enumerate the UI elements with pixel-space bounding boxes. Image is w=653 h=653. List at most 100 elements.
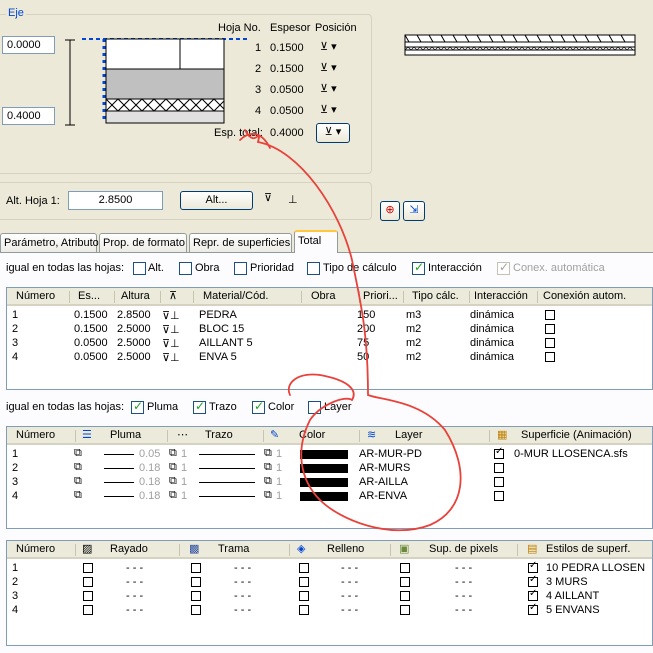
l2-row3-layer: AR-AILLA <box>359 476 408 488</box>
col2-pluma[interactable]: Pluma <box>110 427 141 444</box>
col2-layer[interactable]: Layer <box>395 427 423 444</box>
col3-sup-pixels[interactable]: Sup. de pixels <box>429 541 498 558</box>
check-layer-label: Layer <box>324 401 352 413</box>
check-pluma-label: Pluma <box>147 401 179 413</box>
col3-numero[interactable]: Número <box>16 541 55 558</box>
alt-position-top-icon[interactable]: ⊽ <box>264 191 272 204</box>
l3-row2-pixels: - - - <box>455 576 473 588</box>
check-layer[interactable] <box>308 401 321 414</box>
select-arrow-icon[interactable]: ⇲ <box>403 201 425 221</box>
l3-row1-relleno-check[interactable] <box>299 563 309 573</box>
col-interaccion[interactable]: Interacción <box>474 288 528 305</box>
col-altura[interactable]: Altura <box>121 288 150 305</box>
l3-row2-pixels-check[interactable] <box>400 577 410 587</box>
bottom-value-field[interactable]: 0.4000 <box>2 107 55 125</box>
l3-row4-relleno-check[interactable] <box>299 605 309 615</box>
l1-row1-conexion-check[interactable] <box>545 310 555 320</box>
col-obra[interactable]: Obra <box>311 288 335 305</box>
eje-row-3-esp: 0.0500 <box>270 84 304 96</box>
eje-row-3-position-icon[interactable]: ⊻ ▾ <box>320 82 337 95</box>
l3-row4-trama-check[interactable] <box>191 605 201 615</box>
l3-row3-relleno-check[interactable] <box>299 591 309 601</box>
l2-row4-color: 1 <box>276 490 283 502</box>
l2-row1-sup-check[interactable] <box>494 446 504 459</box>
l1-row4-conexion-check[interactable] <box>545 352 555 362</box>
col-numero[interactable]: Número <box>16 288 55 305</box>
col-tipo-calc[interactable]: Tipo cálc. <box>412 288 459 305</box>
col2-numero[interactable]: Número <box>16 427 55 444</box>
tab-parametro[interactable]: Parámetro, Atributo <box>0 233 99 252</box>
l1-row3-mat: AILLANT 5 <box>199 337 253 349</box>
check-pluma[interactable] <box>131 399 144 414</box>
eje-row-1-position-icon[interactable]: ⊻ ▾ <box>320 40 337 53</box>
l1-row1-tipo: m3 <box>406 309 422 321</box>
wall-section-preview[interactable] <box>60 30 250 130</box>
check-color-label: Color <box>268 401 295 413</box>
l1-row4-alt: 2.5000 <box>117 351 151 363</box>
l1-row2-conexion-check[interactable] <box>545 324 555 334</box>
alt-value-field[interactable]: 2.8500 <box>68 191 163 210</box>
eje-row-4-position-icon[interactable]: ⊻ ▾ <box>320 103 337 116</box>
check-color[interactable] <box>252 399 265 414</box>
l3-row1-rayado-check[interactable] <box>83 563 93 573</box>
check-interaccion[interactable] <box>412 260 425 275</box>
check-conex-automatica[interactable] <box>497 260 510 275</box>
l2-row1-color-swatch <box>300 450 348 459</box>
col3-rayado[interactable]: Rayado <box>110 541 148 558</box>
l2-row3-color-swatch <box>300 478 348 487</box>
l2-row4-pluma-line <box>104 496 134 497</box>
col2-superficie[interactable]: Superficie (Animación) <box>521 427 632 444</box>
l3-row3-estilo-check[interactable] <box>528 588 538 601</box>
l3-row2-relleno: - - - <box>341 576 359 588</box>
col-conexion[interactable]: Conexión autom. <box>543 288 626 305</box>
alt-button[interactable]: Alt... <box>180 191 253 210</box>
l3-row2-trama-check[interactable] <box>191 577 201 587</box>
tab-total[interactable]: Total <box>294 230 338 253</box>
l3-row3-rayado-check[interactable] <box>83 591 93 601</box>
l3-row2-estilo-check[interactable] <box>528 574 538 587</box>
l1-row3-conexion-check[interactable] <box>545 338 555 348</box>
col3-estilos[interactable]: Estilos de superf. <box>546 541 630 558</box>
check-prioridad[interactable] <box>234 262 247 275</box>
l2-row1-sup: 0-MUR LLOSENCA.sfs <box>514 448 628 460</box>
col2-color[interactable]: Color <box>299 427 325 444</box>
layer-icon: ≋ <box>367 429 377 441</box>
l3-row4-pixels-check[interactable] <box>400 605 410 615</box>
eje-row-2-position-icon[interactable]: ⊻ ▾ <box>320 61 337 74</box>
l2-row3-trazo-icon: ⧉ <box>169 475 177 487</box>
l2-row4-sup-check[interactable] <box>494 491 504 501</box>
pixel-surface-icon: ▣ <box>399 543 410 555</box>
l3-row2-rayado-check[interactable] <box>83 577 93 587</box>
col3-trama[interactable]: Trama <box>218 541 249 558</box>
alt-position-bottom-icon[interactable]: ⊥ <box>288 193 298 206</box>
tab-prop-formato[interactable]: Prop. de formato <box>99 233 187 252</box>
l3-row1-pixels-check[interactable] <box>400 563 410 573</box>
l3-row4-estilo-check[interactable] <box>528 602 538 615</box>
l3-row4-rayado-check[interactable] <box>83 605 93 615</box>
l3-row1-estilo-check[interactable] <box>528 560 538 573</box>
col2-trazo[interactable]: Trazo <box>205 427 233 444</box>
col-prioridad[interactable]: Priori... <box>363 288 398 305</box>
top-value-field[interactable]: 0.0000 <box>2 36 55 54</box>
col3-relleno[interactable]: Relleno <box>327 541 364 558</box>
l3-row2-relleno-check[interactable] <box>299 577 309 587</box>
hatch-icon: ▨ <box>82 543 93 555</box>
check-alt[interactable] <box>133 262 146 275</box>
l2-row2-layer: AR-MURS <box>359 462 411 474</box>
check-trazo[interactable] <box>193 399 206 414</box>
l3-row1-trama-check[interactable] <box>191 563 201 573</box>
col-material[interactable]: Material/Cód. <box>203 288 268 305</box>
check-obra[interactable] <box>179 262 192 275</box>
total-position-dropdown[interactable]: ⊻ ▾ <box>316 123 350 143</box>
fill-icon: ◈ <box>297 543 306 555</box>
color-icon: ✎ <box>270 429 280 441</box>
check-tipo-calculo[interactable] <box>307 262 320 275</box>
l2-row3-sup-check[interactable] <box>494 477 504 487</box>
tab-repr-superficies[interactable]: Repr. de superficies <box>189 233 292 252</box>
l3-row3-pixels-check[interactable] <box>400 591 410 601</box>
col-position-icon[interactable]: ⊼ <box>169 288 177 305</box>
l2-row2-sup-check[interactable] <box>494 463 504 473</box>
col-espesor[interactable]: Es... <box>78 288 100 305</box>
l3-row3-trama-check[interactable] <box>191 591 201 601</box>
lifebuoy-icon[interactable]: ⊕ <box>380 201 400 221</box>
